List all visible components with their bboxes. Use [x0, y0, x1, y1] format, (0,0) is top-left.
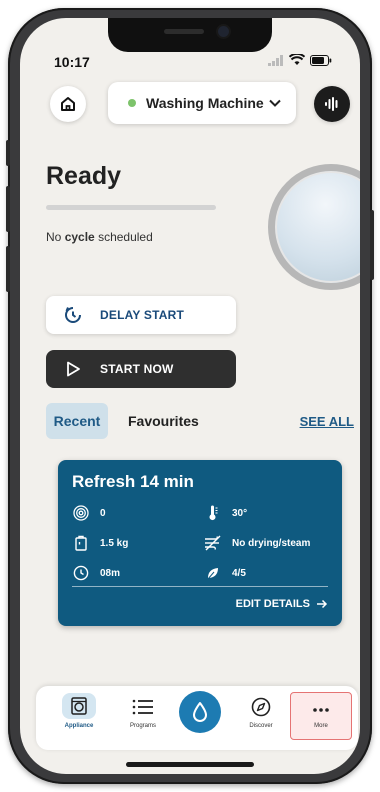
- tab-recent[interactable]: Recent: [46, 403, 108, 439]
- tab-favourites[interactable]: Favourites: [128, 403, 199, 439]
- appliance-state-title: Ready: [46, 162, 122, 190]
- device-selector[interactable]: Washing Machine: [108, 82, 296, 124]
- nav-appliance[interactable]: Appliance: [50, 686, 108, 750]
- device-status-dot: [128, 99, 136, 107]
- audio-waveform-icon: [325, 97, 338, 111]
- see-all-link[interactable]: SEE ALL: [300, 403, 354, 439]
- app-header: Washing Machine: [20, 78, 360, 138]
- power-button: [370, 210, 374, 280]
- more-dots-icon: [312, 701, 330, 719]
- front-camera: [218, 26, 229, 37]
- washing-machine-drum-illustration: [268, 164, 360, 290]
- edit-details-label: EDIT DETAILS: [235, 598, 310, 610]
- app-screen: 10:17 Washing Machine Ready No cycle sch…: [20, 18, 360, 774]
- battery-icon: [310, 54, 332, 66]
- device-name: Washing Machine: [146, 95, 264, 111]
- spin-icon: [72, 504, 90, 522]
- edit-details-button[interactable]: EDIT DETAILS: [236, 598, 328, 610]
- voice-assistant-button[interactable]: [314, 86, 350, 122]
- delay-start-button[interactable]: DELAY START: [46, 296, 236, 334]
- temperature-value: 30°: [232, 507, 248, 519]
- arrow-right-icon: [317, 599, 328, 609]
- cycle-progress-bar: [46, 205, 216, 210]
- eco-rating-spec: 4/5: [204, 564, 246, 582]
- laundry-load-icon: [72, 534, 90, 552]
- volume-down-button: [6, 246, 10, 292]
- bottom-navigation: Appliance Programs Discover More: [36, 686, 358, 750]
- cellular-signal-icon: [268, 54, 283, 66]
- home-indicator: [126, 762, 254, 767]
- duration-spec: 08m: [72, 564, 120, 582]
- schedule-prefix: No: [46, 230, 62, 244]
- notch: [108, 18, 272, 52]
- wifi-icon: [289, 54, 305, 65]
- nav-discover[interactable]: Discover: [232, 686, 290, 750]
- temperature-spec: 30°: [204, 504, 247, 522]
- schedule-suffix: scheduled: [98, 230, 153, 244]
- home-icon: [61, 97, 75, 111]
- delay-clock-icon: [62, 304, 84, 326]
- nav-programs-label: Programs: [129, 723, 156, 729]
- list-icon: [130, 695, 156, 719]
- nav-more-label: More: [314, 723, 328, 729]
- water-drop-button[interactable]: [179, 691, 221, 733]
- speaker: [164, 29, 204, 34]
- status-time: 10:17: [54, 54, 90, 70]
- schedule-status: No cycle scheduled: [46, 230, 153, 244]
- card-divider: [72, 586, 328, 587]
- nav-discover-label: Discover: [249, 723, 273, 729]
- clock-icon: [72, 564, 90, 582]
- home-button[interactable]: [50, 86, 86, 122]
- program-tabs: Recent Favourites SEE ALL: [46, 403, 356, 439]
- leaf-icon: [204, 564, 222, 582]
- program-title: Refresh 14 min: [72, 472, 194, 491]
- volume-up-button: [6, 186, 10, 232]
- drying-value: No drying/steam: [232, 537, 311, 549]
- load-spec: 1.5 kg: [72, 534, 128, 552]
- nav-programs[interactable]: Programs: [114, 686, 172, 750]
- delay-start-label: DELAY START: [100, 308, 184, 322]
- play-icon: [62, 358, 84, 380]
- schedule-keyword: cycle: [64, 230, 95, 244]
- spin-speed-spec: 0: [72, 504, 106, 522]
- compass-icon: [248, 695, 274, 719]
- nav-appliance-label: Appliance: [64, 723, 94, 729]
- water-drop-icon: [193, 702, 207, 722]
- status-icons: [268, 54, 332, 66]
- drying-spec: No drying/steam: [204, 534, 310, 552]
- chevron-down-icon: [269, 99, 281, 107]
- start-now-button[interactable]: START NOW: [46, 350, 236, 388]
- no-drying-icon: [204, 534, 222, 552]
- program-card[interactable]: Refresh 14 min 0 30° 1.5 kg No drying/st…: [58, 460, 342, 626]
- washing-machine-icon: [62, 693, 96, 719]
- start-now-label: START NOW: [100, 362, 174, 376]
- spin-speed-value: 0: [100, 507, 106, 519]
- eco-rating-value: 4/5: [232, 567, 246, 579]
- duration-value: 08m: [100, 567, 121, 579]
- thermometer-icon: [204, 504, 222, 522]
- load-value: 1.5 kg: [100, 537, 129, 549]
- nav-more[interactable]: More: [290, 692, 352, 740]
- mute-switch: [6, 140, 10, 166]
